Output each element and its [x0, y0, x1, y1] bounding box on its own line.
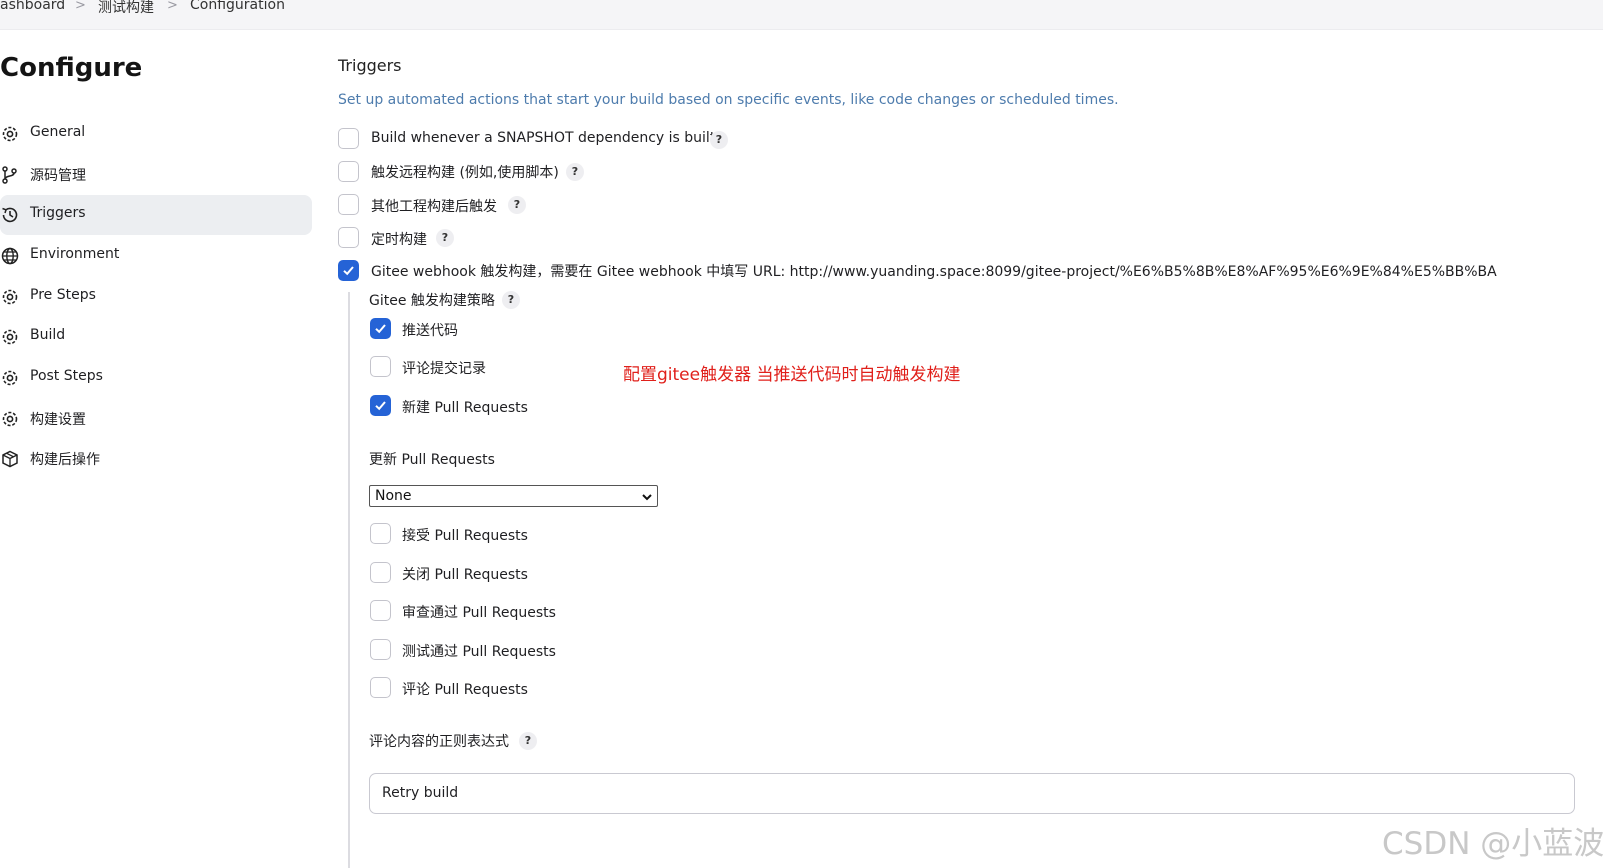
- sidebar-item-label: 构建后操作: [30, 452, 100, 468]
- gear-icon: [0, 368, 20, 388]
- check-icon: [375, 401, 386, 411]
- page-title: Configure: [0, 53, 143, 83]
- sidebar-item-post-build[interactable]: 构建后操作: [0, 439, 312, 479]
- help-icon[interactable]: ?: [519, 732, 537, 750]
- sidebar-item-label: Post Steps: [30, 368, 103, 384]
- sidebar-item-general[interactable]: General: [0, 114, 312, 154]
- sidebar-item-label: 源码管理: [30, 168, 86, 184]
- sidebar-item-label: 构建设置: [30, 412, 86, 428]
- gitee-webhook-checkbox[interactable]: [338, 260, 359, 281]
- update-pr-select[interactable]: None: [369, 485, 658, 507]
- sidebar-item-pre-steps[interactable]: Pre Steps: [0, 277, 312, 317]
- comment-pr-label: 评论 Pull Requests: [402, 682, 528, 698]
- globe-icon: [0, 246, 20, 266]
- comment-regex-input[interactable]: Retry build: [369, 773, 1575, 814]
- accept-pr-checkbox[interactable]: [370, 523, 391, 544]
- breadcrumb-dashboard[interactable]: ashboard: [0, 0, 65, 13]
- sidebar-item-scm[interactable]: 源码管理: [0, 155, 312, 195]
- accept-pr-label: 接受 Pull Requests: [402, 528, 528, 544]
- breadcrumb-separator: >: [75, 0, 86, 13]
- section-description: Set up automated actions that start your…: [338, 92, 1119, 108]
- breadcrumb-project[interactable]: 测试构建: [98, 0, 154, 17]
- snapshot-trigger-checkbox[interactable]: [338, 128, 359, 149]
- gear-icon: [0, 409, 20, 429]
- sidebar-item-post-steps[interactable]: Post Steps: [0, 358, 312, 398]
- update-pr-label: 更新 Pull Requests: [369, 452, 495, 468]
- help-icon[interactable]: ?: [710, 131, 728, 149]
- section-title: Triggers: [338, 56, 402, 75]
- commit-comment-checkbox[interactable]: [370, 356, 391, 377]
- breadcrumb-configuration[interactable]: Configuration: [190, 0, 285, 13]
- gitee-webhook-label: Gitee webhook 触发构建，需要在 Gitee webhook 中填写…: [371, 264, 1497, 280]
- sidebar-item-label: Build: [30, 327, 66, 343]
- help-icon[interactable]: ?: [508, 196, 526, 214]
- cube-icon: [0, 449, 20, 469]
- breadcrumb: ashboard > 测试构建 > Configuration: [0, 0, 1603, 30]
- sidebar-item-label: General: [30, 124, 86, 140]
- test-pr-checkbox[interactable]: [370, 639, 391, 660]
- remote-trigger-checkbox[interactable]: [338, 161, 359, 182]
- sidebar-item-label: Environment: [30, 246, 120, 262]
- review-pr-checkbox[interactable]: [370, 600, 391, 621]
- check-icon: [375, 324, 386, 334]
- remote-trigger-label: 触发远程构建 (例如,使用脚本): [371, 165, 559, 181]
- push-code-label: 推送代码: [402, 323, 458, 339]
- close-pr-label: 关闭 Pull Requests: [402, 567, 528, 583]
- watermark: CSDN @小蓝波: [1382, 826, 1603, 862]
- chevron-down-icon: [641, 489, 653, 509]
- new-pr-checkbox[interactable]: [370, 395, 391, 416]
- sidebar-item-build[interactable]: Build: [0, 317, 312, 357]
- check-icon: [343, 266, 354, 276]
- new-pr-label: 新建 Pull Requests: [402, 400, 528, 416]
- test-pr-label: 测试通过 Pull Requests: [402, 644, 556, 660]
- help-icon[interactable]: ?: [502, 291, 520, 309]
- help-icon[interactable]: ?: [436, 229, 454, 247]
- sidebar-item-label: Pre Steps: [30, 287, 96, 303]
- sidebar-item-environment[interactable]: Environment: [0, 236, 312, 276]
- breadcrumb-separator: >: [167, 0, 178, 13]
- annotation-text: 配置gitee触发器 当推送代码时自动触发构建: [623, 365, 961, 385]
- gear-icon: [0, 327, 20, 347]
- update-pr-select-value: None: [375, 488, 412, 504]
- help-icon[interactable]: ?: [566, 163, 584, 181]
- commit-comment-label: 评论提交记录: [402, 361, 486, 377]
- push-code-checkbox[interactable]: [370, 318, 391, 339]
- upstream-trigger-label: 其他工程构建后触发: [371, 199, 497, 215]
- nested-section-line: [348, 292, 350, 868]
- sidebar-item-label: Triggers: [30, 205, 86, 221]
- upstream-trigger-checkbox[interactable]: [338, 194, 359, 215]
- cron-trigger-label: 定时构建: [371, 232, 427, 248]
- close-pr-checkbox[interactable]: [370, 562, 391, 583]
- clock-icon: [0, 205, 20, 225]
- sidebar-item-triggers[interactable]: Triggers: [0, 195, 312, 235]
- snapshot-trigger-label: Build whenever a SNAPSHOT dependency is …: [371, 130, 716, 146]
- comment-pr-checkbox[interactable]: [370, 677, 391, 698]
- gear-icon: [0, 124, 20, 144]
- gear-icon: [0, 287, 20, 307]
- sidebar-item-build-settings[interactable]: 构建设置: [0, 399, 312, 439]
- cron-trigger-checkbox[interactable]: [338, 227, 359, 248]
- comment-regex-label: 评论内容的正则表达式: [369, 734, 509, 750]
- gitee-strategy-label: Gitee 触发构建策略: [369, 293, 495, 309]
- review-pr-label: 审查通过 Pull Requests: [402, 605, 556, 621]
- branch-icon: [0, 165, 20, 185]
